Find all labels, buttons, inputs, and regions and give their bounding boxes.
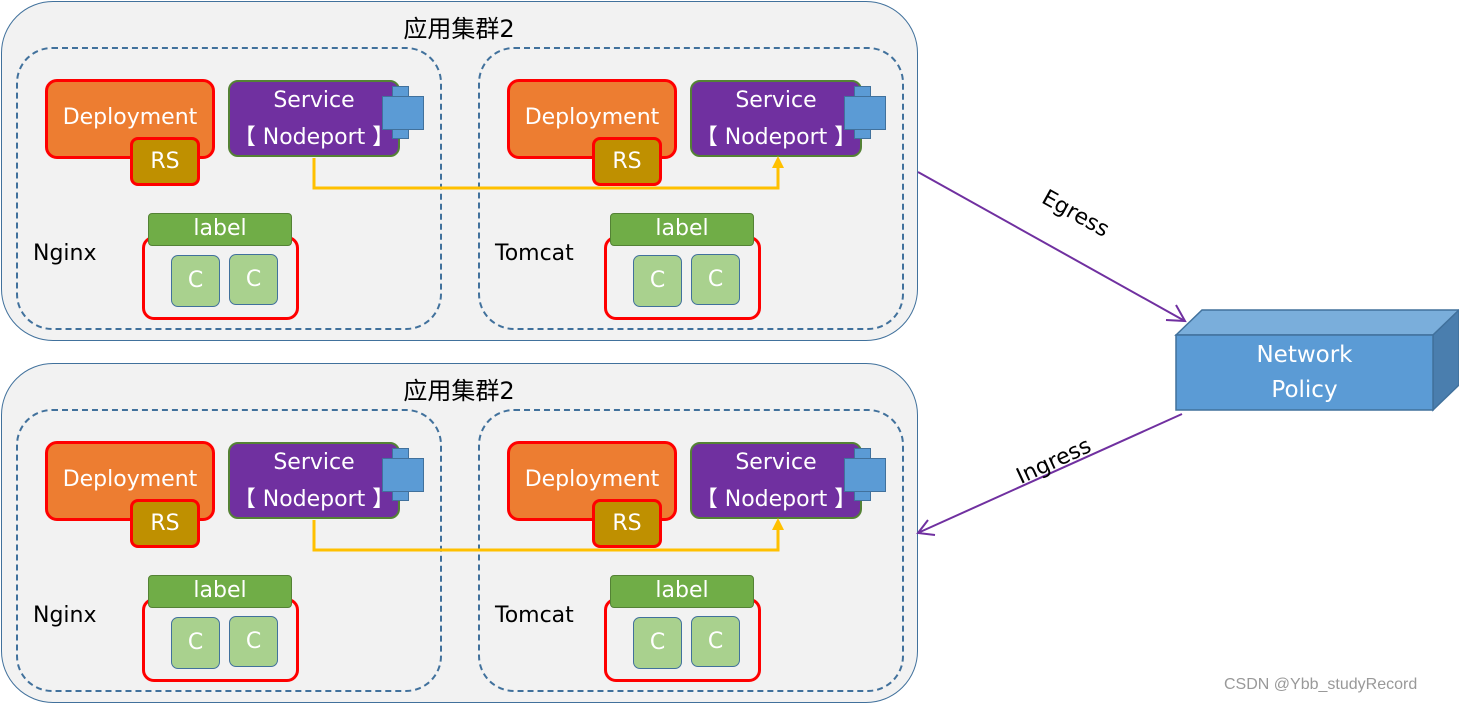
network-policy-line1: Network — [1256, 342, 1353, 368]
network-policy-top-face — [1174, 309, 1459, 336]
network-policy-line2: Policy — [1271, 377, 1338, 403]
service-connector-arrow-1 — [772, 156, 784, 168]
watermark: CSDN @Ybb_studyRecord — [1224, 676, 1418, 693]
service-connector-arrow-2 — [772, 518, 784, 530]
ingress-label: Ingress — [1013, 433, 1096, 489]
ingress-arrowhead — [916, 519, 936, 536]
service-connector-1 — [312, 158, 780, 190]
egress-label: Egress — [1037, 185, 1113, 242]
service-connector-2 — [312, 520, 780, 552]
network-policy-label: Network Policy — [1176, 338, 1433, 408]
